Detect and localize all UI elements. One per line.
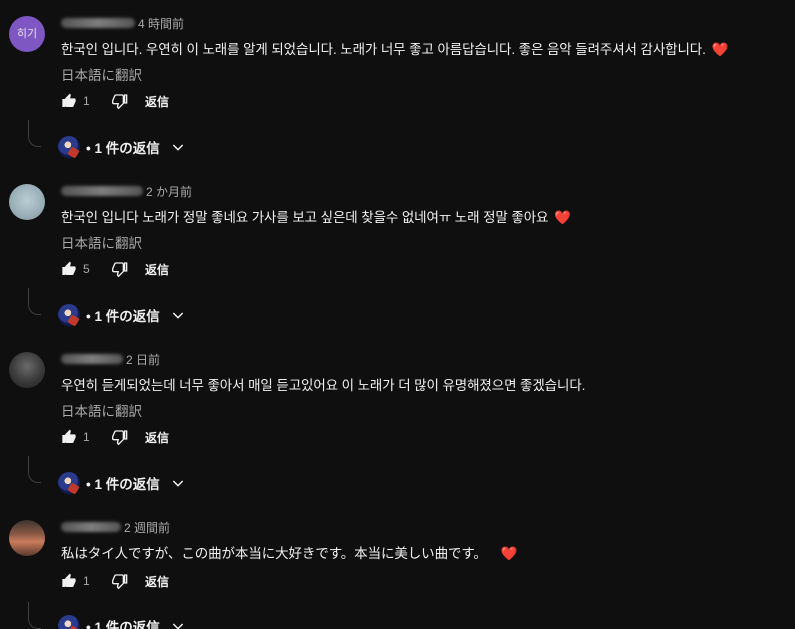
- thumb-up-icon[interactable]: [60, 92, 78, 110]
- author-handle[interactable]: [61, 18, 135, 28]
- comment-text: 우연히 듣게되었는데 너무 좋아서 매일 듣고있어요 이 노래가 더 많이 유명…: [61, 374, 585, 394]
- reply-button[interactable]: 返信: [145, 429, 169, 446]
- avatar[interactable]: 히기: [9, 16, 45, 52]
- like-count: 1: [83, 574, 90, 588]
- replies-count-label: • 1 件の返信: [86, 141, 160, 156]
- comment-time[interactable]: 2 か月前: [146, 183, 192, 200]
- thread-connector: [28, 456, 41, 483]
- comment-header: 4 時間前: [61, 14, 184, 32]
- reply-author-avatar: [58, 304, 80, 326]
- comment-body: 한국인 입니다 노래가 정말 좋네요 가사를 보고 싶은데 찾을수 없네여ㅠ 노…: [61, 210, 549, 225]
- comment-text: 한국인 입니다 노래가 정말 좋네요 가사를 보고 싶은데 찾을수 없네여ㅠ 노…: [61, 206, 571, 226]
- thread-connector: [28, 288, 41, 315]
- comment-body: 우연히 듣게되었는데 너무 좋아서 매일 듣고있어요 이 노래가 더 많이 유명…: [61, 378, 586, 393]
- author-handle[interactable]: [61, 522, 121, 532]
- avatar-text: 히기: [16, 28, 38, 40]
- comment-text: 私はタイ人ですが、この曲が本当に大好きです。本当に美しい曲です。 ❤️: [61, 542, 518, 562]
- comment-header: 2 週間前: [61, 518, 170, 536]
- heart-emoji: ❤️: [500, 546, 518, 561]
- translate-link[interactable]: 日本語に翻訳: [61, 64, 142, 84]
- view-replies-button[interactable]: • 1 件の返信: [58, 303, 186, 327]
- thread-connector: [28, 602, 41, 629]
- chevron-down-icon: [170, 475, 186, 491]
- view-replies-button[interactable]: • 1 件の返信: [58, 471, 186, 495]
- thumb-up-icon[interactable]: [60, 572, 78, 590]
- comment-body: 한국인 입니다. 우연히 이 노래를 알게 되었습니다. 노래가 너무 좋고 아…: [61, 42, 706, 57]
- chevron-down-icon: [170, 307, 186, 323]
- comment-header: 2 か月前: [61, 182, 192, 200]
- replies-count-label: • 1 件の返信: [86, 309, 160, 324]
- view-replies-button[interactable]: • 1 件の返信: [58, 614, 186, 629]
- thumb-down-icon[interactable]: [111, 260, 129, 278]
- thumb-down-icon[interactable]: [111, 92, 129, 110]
- comment-text: 한국인 입니다. 우연히 이 노래를 알게 되었습니다. 노래가 너무 좋고 아…: [61, 38, 729, 58]
- avatar[interactable]: [9, 520, 45, 556]
- author-handle[interactable]: [61, 186, 143, 196]
- translate-link[interactable]: 日本語に翻訳: [61, 400, 142, 420]
- avatar[interactable]: [9, 184, 45, 220]
- comment-time[interactable]: 2 週間前: [124, 519, 170, 536]
- like-count: 5: [83, 262, 90, 276]
- thumb-up-icon[interactable]: [60, 260, 78, 278]
- reply-author-avatar: [58, 472, 80, 494]
- reply-author-avatar: [58, 615, 80, 629]
- comment-actions: 5 返信: [60, 259, 169, 279]
- view-replies-button[interactable]: • 1 件の返信: [58, 135, 186, 159]
- translate-link[interactable]: 日本語に翻訳: [61, 232, 142, 252]
- comments-section: 히기 4 時間前 한국인 입니다. 우연히 이 노래를 알게 되었습니다. 노래…: [0, 0, 795, 629]
- comment-actions: 1 返信: [60, 427, 169, 447]
- reply-button[interactable]: 返信: [145, 261, 169, 278]
- replies-count-label: • 1 件の返信: [86, 620, 160, 629]
- reply-author-avatar: [58, 136, 80, 158]
- comment-actions: 1 返信: [60, 91, 169, 111]
- thumb-down-icon[interactable]: [111, 572, 129, 590]
- avatar[interactable]: [9, 352, 45, 388]
- heart-emoji: ❤️: [554, 210, 572, 225]
- replies-count-label: • 1 件の返信: [86, 477, 160, 492]
- thumb-down-icon[interactable]: [111, 428, 129, 446]
- comment-time[interactable]: 2 日前: [126, 351, 160, 368]
- thread-connector: [28, 120, 41, 147]
- heart-emoji: ❤️: [711, 42, 729, 57]
- like-count: 1: [83, 430, 90, 444]
- comment-time[interactable]: 4 時間前: [138, 15, 184, 32]
- chevron-down-icon: [170, 139, 186, 155]
- reply-button[interactable]: 返信: [145, 573, 169, 590]
- comment-header: 2 日前: [61, 350, 160, 368]
- comment-body: 私はタイ人ですが、この曲が本当に大好きです。本当に美しい曲です。: [61, 546, 487, 561]
- like-count: 1: [83, 94, 90, 108]
- thumb-up-icon[interactable]: [60, 428, 78, 446]
- comment-actions: 1 返信: [60, 571, 169, 591]
- chevron-down-icon: [170, 618, 186, 629]
- author-handle[interactable]: [61, 354, 123, 364]
- reply-button[interactable]: 返信: [145, 93, 169, 110]
